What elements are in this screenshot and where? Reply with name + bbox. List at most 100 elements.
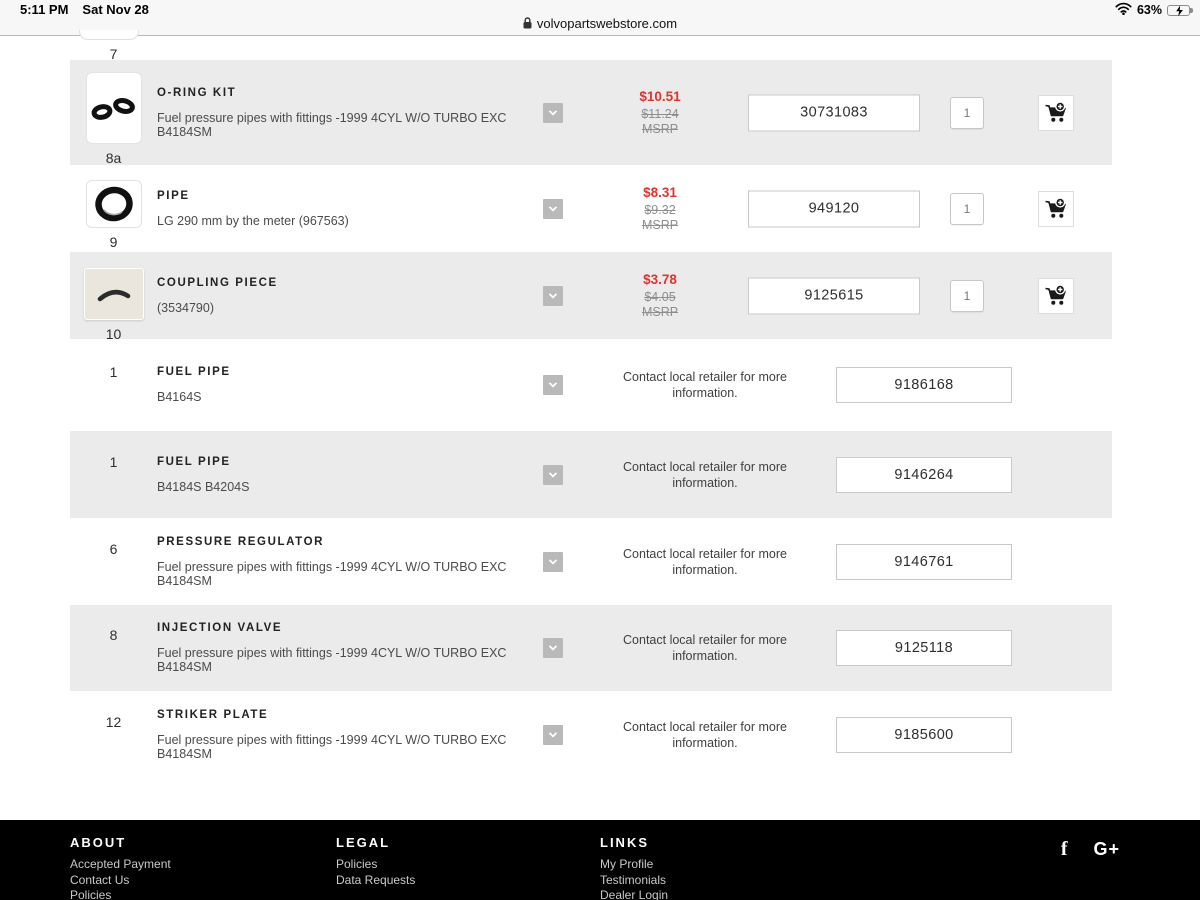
add-to-cart-button[interactable] <box>1038 95 1074 131</box>
part-number-field[interactable] <box>836 630 1012 666</box>
part-image-coupling[interactable] <box>84 268 144 320</box>
part-thumbnail-cell: 8a <box>70 72 157 166</box>
part-number-field[interactable] <box>748 277 920 314</box>
part-row: 10 COUPLING PIECE (3534790) $3.78 $4.05 … <box>70 252 1112 339</box>
quantity-field[interactable] <box>950 280 984 312</box>
footer-link-contact-us[interactable]: Contact Us <box>70 873 171 889</box>
part-description: Fuel pressure pipes with fittings -1999 … <box>157 646 542 674</box>
footer-link-dealer-login[interactable]: Dealer Login <box>600 888 668 900</box>
expand-row-button[interactable] <box>543 552 563 572</box>
footer-heading: LINKS <box>600 835 668 850</box>
expand-row-button[interactable] <box>543 375 563 395</box>
footer-link-data-requests[interactable]: Data Requests <box>336 873 415 889</box>
part-row: 12 STRIKER PLATE Fuel pressure pipes wit… <box>70 691 1112 778</box>
part-info: INJECTION VALVE Fuel pressure pipes with… <box>157 622 542 674</box>
battery-percentage: 63% <box>1137 3 1162 17</box>
part-title: STRIKER PLATE <box>157 709 542 721</box>
part-ref: 1 <box>70 364 157 380</box>
chevron-down-icon <box>546 641 560 655</box>
contact-retailer-note: Contact local retailer for more informat… <box>595 369 815 401</box>
status-left: 5:11 PM Sat Nov 28 <box>20 2 149 17</box>
price-block: $8.31 $9.32 MSRP <box>595 185 725 233</box>
footer-heading: ABOUT <box>70 835 171 850</box>
part-title: COUPLING PIECE <box>157 277 542 289</box>
part-description: LG 290 mm by the meter (967563) <box>157 214 542 228</box>
chevron-down-icon <box>546 289 560 303</box>
part-number-field[interactable] <box>836 544 1012 580</box>
expand-row-button[interactable] <box>543 465 563 485</box>
browser-screen: 5:11 PM Sat Nov 28 63% <box>0 0 1200 900</box>
part-title: FUEL PIPE <box>157 366 542 378</box>
quantity-field[interactable] <box>950 97 984 129</box>
add-to-cart-icon <box>1043 100 1069 126</box>
part-number-field[interactable] <box>836 717 1012 753</box>
contact-retailer-note: Contact local retailer for more informat… <box>595 632 815 664</box>
part-row: 6 PRESSURE REGULATOR Fuel pressure pipes… <box>70 518 1112 605</box>
part-description: Fuel pressure pipes with fittings -1999 … <box>157 111 542 139</box>
part-info: STRIKER PLATE Fuel pressure pipes with f… <box>157 709 542 761</box>
part-description: Fuel pressure pipes with fittings -1999 … <box>157 560 542 588</box>
part-row: 8 INJECTION VALVE Fuel pressure pipes wi… <box>70 605 1112 691</box>
facebook-icon[interactable]: f <box>1061 838 1068 861</box>
chevron-down-icon <box>546 728 560 742</box>
price-block: $10.51 $11.24 MSRP <box>595 89 725 137</box>
site-footer: ABOUT Accepted Payment Contact Us Polici… <box>0 820 1200 900</box>
curved-coupling-icon <box>90 279 138 309</box>
part-row: 9 PIPE LG 290 mm by the meter (967563) $… <box>70 165 1112 252</box>
sale-price: $10.51 <box>595 89 725 104</box>
quantity-field[interactable] <box>950 193 984 225</box>
clock-time: 5:11 PM <box>20 2 68 17</box>
part-ref: 9 <box>70 234 157 250</box>
part-number-field[interactable] <box>836 367 1012 403</box>
expand-row-button[interactable] <box>543 103 563 123</box>
footer-link-testimonials[interactable]: Testimonials <box>600 873 668 889</box>
msrp-price: $9.32 <box>595 203 725 218</box>
part-info: O-RING KIT Fuel pressure pipes with fitt… <box>157 87 542 139</box>
status-and-url-bar: 5:11 PM Sat Nov 28 63% <box>0 0 1200 36</box>
footer-column-about: ABOUT Accepted Payment Contact Us Polici… <box>70 835 171 900</box>
expand-row-button[interactable] <box>543 199 563 219</box>
part-title: PIPE <box>157 190 542 202</box>
part-row-partial: 7 <box>70 36 1112 60</box>
part-info: PRESSURE REGULATOR Fuel pressure pipes w… <box>157 536 542 588</box>
part-number-field[interactable] <box>748 94 920 131</box>
address-bar[interactable]: volvopartswebstore.com <box>0 16 1200 32</box>
contact-retailer-note: Contact local retailer for more informat… <box>595 719 815 751</box>
part-ref: 8 <box>70 627 157 643</box>
add-to-cart-icon <box>1043 196 1069 222</box>
expand-row-button[interactable] <box>543 286 563 306</box>
part-image-o-rings[interactable] <box>86 72 142 144</box>
lock-icon <box>523 17 532 32</box>
add-to-cart-icon <box>1043 283 1069 309</box>
part-number-field[interactable] <box>748 190 920 227</box>
social-links: f G+ <box>1061 838 1120 861</box>
charging-bolt-icon <box>1175 5 1184 17</box>
part-ref: 1 <box>70 454 157 470</box>
add-to-cart-button[interactable] <box>1038 278 1074 314</box>
chevron-down-icon <box>546 468 560 482</box>
add-to-cart-button[interactable] <box>1038 191 1074 227</box>
part-info: FUEL PIPE B4164S <box>157 366 542 404</box>
part-thumbnail-partial <box>79 30 139 40</box>
part-info: PIPE LG 290 mm by the meter (967563) <box>157 190 542 228</box>
footer-link-policies[interactable]: Policies <box>336 857 415 873</box>
msrp-label: MSRP <box>595 122 725 137</box>
part-row: 1 FUEL PIPE B4164S Contact local retaile… <box>70 339 1112 431</box>
footer-link-my-profile[interactable]: My Profile <box>600 857 668 873</box>
part-ref: 8a <box>70 150 157 166</box>
part-number-field[interactable] <box>836 457 1012 493</box>
part-title: FUEL PIPE <box>157 456 542 468</box>
expand-row-button[interactable] <box>543 638 563 658</box>
footer-link-accepted-payment[interactable]: Accepted Payment <box>70 857 171 873</box>
sale-price: $3.78 <box>595 272 725 287</box>
part-ref: 12 <box>70 714 157 730</box>
expand-row-button[interactable] <box>543 725 563 745</box>
msrp-price: $4.05 <box>595 290 725 305</box>
chevron-down-icon <box>546 106 560 120</box>
google-plus-icon[interactable]: G+ <box>1093 839 1120 860</box>
part-image-pipe[interactable] <box>86 180 142 228</box>
footer-link-policies[interactable]: Policies <box>70 888 171 900</box>
footer-column-legal: LEGAL Policies Data Requests <box>336 835 415 888</box>
battery-charging-icon <box>1167 5 1190 16</box>
contact-retailer-note: Contact local retailer for more informat… <box>595 546 815 578</box>
